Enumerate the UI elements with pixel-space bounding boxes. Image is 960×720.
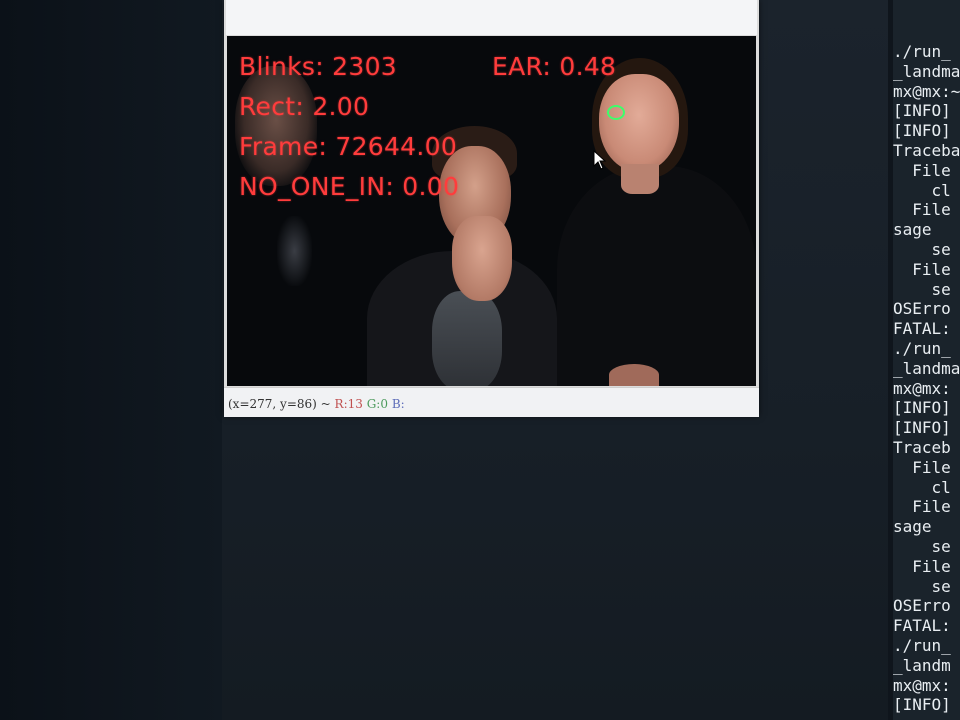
pixel-r-value: R:13 [334,397,363,411]
terminal-line: _landma [893,61,960,81]
terminal-line: _landm [893,655,951,675]
background-hand-left [277,216,312,286]
terminal-line: File [893,457,951,477]
terminal-line: ./run_ [893,339,951,358]
terminal-line: [INFO] [893,695,951,715]
eye-landmark-marker [607,105,625,120]
terminal-window[interactable]: ./run_ _landma mx@mx:~ [INFO] [INFO] Traceba … [893,0,960,720]
terminal-line: File [893,160,951,180]
terminal-line: OSErro [893,299,951,319]
viewer-toolbar [226,0,757,35]
pixel-g-value: G:0 [366,397,388,411]
ear-value: EAR: 0.48 [492,52,617,81]
terminal-line: se [893,537,951,556]
terminal-line: sage [893,220,932,240]
pixel-info: (x=277, y=86) ~ R:13 G:0 B: [228,397,405,411]
woman-hand [609,364,659,386]
background-face-left [235,66,317,186]
terminal-line: File [893,200,951,220]
terminal-line: File [893,497,951,517]
terminal-line: mx@mx: [893,378,951,398]
left-desktop-area [0,0,222,720]
terminal-line: _landma [893,358,960,378]
no-one-in-value: NO_ONE_IN: 0.00 [239,172,460,201]
terminal-line: [INFO] [893,398,951,418]
terminal-line: Traceb [893,438,951,457]
terminal-line: OSErro [893,596,951,616]
terminal-line: FATAL: [893,319,951,339]
woman-body [557,166,756,386]
terminal-line: se [893,279,951,299]
blinks-counter: Blinks: 2303 [239,52,397,81]
terminal-line: sage [893,517,932,537]
terminal-line: cl [893,477,951,497]
pixel-b-value: B: [391,397,405,411]
mouse-cursor-icon [593,150,607,170]
terminal-line: ./run_ [893,42,951,61]
terminal-line: mx@mx:~ [893,81,960,101]
man-hand [452,216,512,301]
terminal-line: se [893,576,951,596]
image-viewer-window[interactable]: Blinks: 2303 EAR: 0.48 Rect: 2.00 Frame:… [224,0,759,417]
rect-value: Rect: 2.00 [239,92,370,121]
terminal-line: se [893,240,951,259]
terminal-line: Traceba [893,141,960,160]
terminal-line: File [893,259,951,279]
terminal-line: [INFO] [893,418,951,438]
woman-face [599,74,679,172]
woman-neck [621,164,659,194]
terminal-line: cl [893,180,951,200]
frame-counter: Frame: 72644.00 [239,132,458,161]
viewer-statusbar: (x=277, y=86) ~ R:13 G:0 B: [224,387,759,417]
terminal-line: ./run_ [893,636,951,655]
man-sleeve [432,291,502,386]
pixel-coords: (x=277, y=86) ~ [228,397,331,411]
terminal-line: mx@mx: [893,675,951,695]
terminal-line: [INFO] [893,121,951,141]
terminal-line: File [893,556,951,576]
terminal-line: [INFO] [893,101,951,121]
video-frame[interactable]: Blinks: 2303 EAR: 0.48 Rect: 2.00 Frame:… [227,36,756,386]
terminal-line: FATAL: [893,616,951,636]
